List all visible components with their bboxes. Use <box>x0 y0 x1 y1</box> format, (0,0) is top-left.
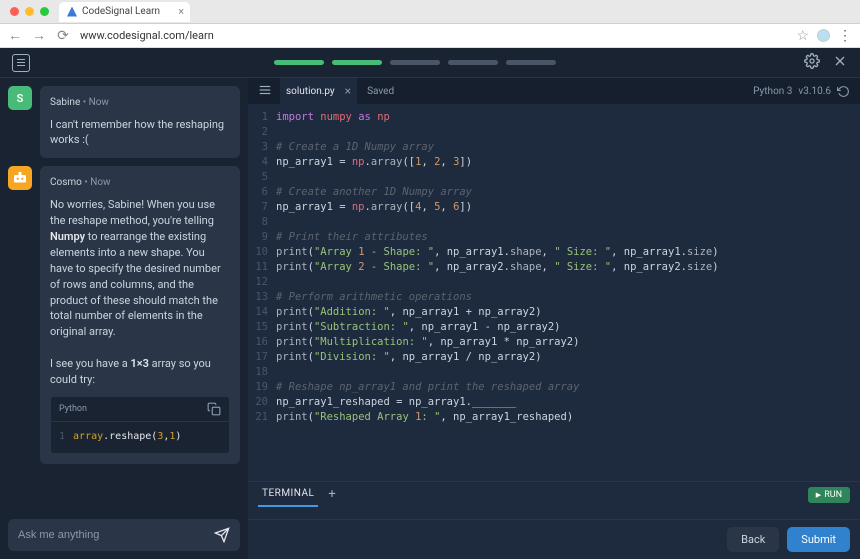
progress-segment <box>332 60 382 65</box>
avatar: S <box>8 86 32 110</box>
file-name: solution.py <box>286 86 335 97</box>
code-line[interactable]: 7np_array1 = np.array([4, 5, 6]) <box>248 200 860 215</box>
code-line[interactable]: 4np_array1 = np.array([1, 2, 3]) <box>248 155 860 170</box>
chat-message: S Sabine • Now I can't remember how the … <box>8 86 240 158</box>
editor-tab-bar: solution.py × Saved Python 3 v3.10.6 <box>248 78 860 104</box>
chat-text: No worries, Sabine! When you use the res… <box>50 197 230 388</box>
tab-title: CodeSignal Learn <box>82 6 160 17</box>
close-window-icon[interactable] <box>10 7 19 16</box>
bottom-bar: Back Submit <box>248 519 860 559</box>
language-label: Python 3 <box>753 86 792 97</box>
add-terminal-icon[interactable]: + <box>328 487 335 502</box>
chat-timestamp: Now <box>89 97 109 108</box>
menu-icon[interactable] <box>258 83 272 100</box>
profile-avatar-icon[interactable] <box>817 29 830 42</box>
close-icon[interactable] <box>832 53 848 73</box>
url-input[interactable]: www.codesignal.com/learn <box>80 29 786 42</box>
code-line[interactable]: 19# Reshape np_array1 and print the resh… <box>248 380 860 395</box>
browser-tab-bar: CodeSignal Learn × <box>0 0 860 24</box>
browser-toolbar: ← → ⟳ www.codesignal.com/learn ☆ ⋮ <box>0 24 860 48</box>
code-editor[interactable]: 1import numpy as np23# Create a 1D Numpy… <box>248 104 860 481</box>
progress-segment <box>448 60 498 65</box>
browser-tab[interactable]: CodeSignal Learn × <box>59 2 190 22</box>
main-split: S Sabine • Now I can't remember how the … <box>0 78 860 559</box>
back-button[interactable]: Back <box>727 527 779 552</box>
bookmark-icon[interactable]: ☆ <box>796 28 809 44</box>
code-line[interactable]: 2 <box>248 125 860 140</box>
code-line[interactable]: 9# Print their attributes <box>248 230 860 245</box>
lesson-icon[interactable] <box>12 54 30 72</box>
minimize-window-icon[interactable] <box>25 7 34 16</box>
code-line[interactable]: 13# Perform arithmetic operations <box>248 290 860 305</box>
maximize-window-icon[interactable] <box>40 7 49 16</box>
code-line[interactable]: 5 <box>248 170 860 185</box>
file-tab[interactable]: solution.py × <box>280 78 357 104</box>
settings-icon[interactable] <box>804 53 820 73</box>
chat-author: Sabine <box>50 97 80 108</box>
chat-input-field[interactable] <box>18 529 214 541</box>
reload-icon[interactable]: ⟳ <box>56 28 70 44</box>
code-line[interactable]: 15print("Subtraction: ", np_array1 - np_… <box>248 320 860 335</box>
code-line[interactable]: 18 <box>248 365 860 380</box>
send-icon[interactable] <box>214 527 230 543</box>
tab-close-icon[interactable]: × <box>178 5 184 18</box>
chat-input[interactable] <box>8 519 240 551</box>
submit-button[interactable]: Submit <box>787 527 850 552</box>
code-line[interactable]: 1import numpy as np <box>248 110 860 125</box>
copy-icon[interactable] <box>207 402 221 416</box>
chat-panel: S Sabine • Now I can't remember how the … <box>0 78 248 559</box>
code-line[interactable]: 14print("Addition: ", np_array1 + np_arr… <box>248 305 860 320</box>
avatar <box>8 166 32 190</box>
history-icon[interactable] <box>837 85 850 98</box>
code-line[interactable]: 6# Create another 1D Numpy array <box>248 185 860 200</box>
window-controls <box>10 7 49 16</box>
tab-close-icon[interactable]: × <box>345 84 351 98</box>
terminal-tab-bar: TERMINAL + RUN <box>248 481 860 507</box>
code-line[interactable]: 11print("Array 2 - Shape: ", np_array2.s… <box>248 260 860 275</box>
terminal-body[interactable] <box>248 507 860 519</box>
code-lang-label: Python <box>59 403 87 416</box>
forward-icon[interactable]: → <box>32 27 46 44</box>
progress-segment <box>274 60 324 65</box>
code-line[interactable]: 20np_array1_reshaped = np_array1._______ <box>248 395 860 410</box>
favicon-icon <box>67 7 77 17</box>
chat-text: I can't remember how the reshaping works… <box>50 117 230 149</box>
saved-indicator: Saved <box>367 86 394 97</box>
code-line[interactable]: 12 <box>248 275 860 290</box>
code-snippet: Python 1 array.reshape(3,1) <box>50 396 230 454</box>
run-button[interactable]: RUN <box>808 487 850 503</box>
editor-panel: solution.py × Saved Python 3 v3.10.6 1im… <box>248 78 860 559</box>
code-line: array.reshape(3,1) <box>73 430 181 445</box>
code-line[interactable]: 3# Create a 1D Numpy array <box>248 140 860 155</box>
version-label: v3.10.6 <box>798 86 831 97</box>
chat-author: Cosmo <box>50 177 82 188</box>
browser-menu-icon[interactable]: ⋮ <box>838 28 852 44</box>
chat-timestamp: Now <box>90 177 110 188</box>
code-line[interactable]: 10print("Array 1 - Shape: ", np_array1.s… <box>248 245 860 260</box>
code-line[interactable]: 8 <box>248 215 860 230</box>
progress-segment <box>390 60 440 65</box>
code-line[interactable]: 16print("Multiplication: ", np_array1 * … <box>248 335 860 350</box>
app-topbar <box>0 48 860 78</box>
app-root: S Sabine • Now I can't remember how the … <box>0 48 860 559</box>
chat-message: Cosmo • Now No worries, Sabine! When you… <box>8 166 240 463</box>
code-line[interactable]: 21print("Reshaped Array 1: ", np_array1_… <box>248 410 860 425</box>
back-icon[interactable]: ← <box>8 27 22 44</box>
code-line[interactable]: 17print("Division: ", np_array1 / np_arr… <box>248 350 860 365</box>
progress-segment <box>506 60 556 65</box>
progress-bar <box>274 60 556 65</box>
terminal-tab[interactable]: TERMINAL <box>258 488 318 507</box>
